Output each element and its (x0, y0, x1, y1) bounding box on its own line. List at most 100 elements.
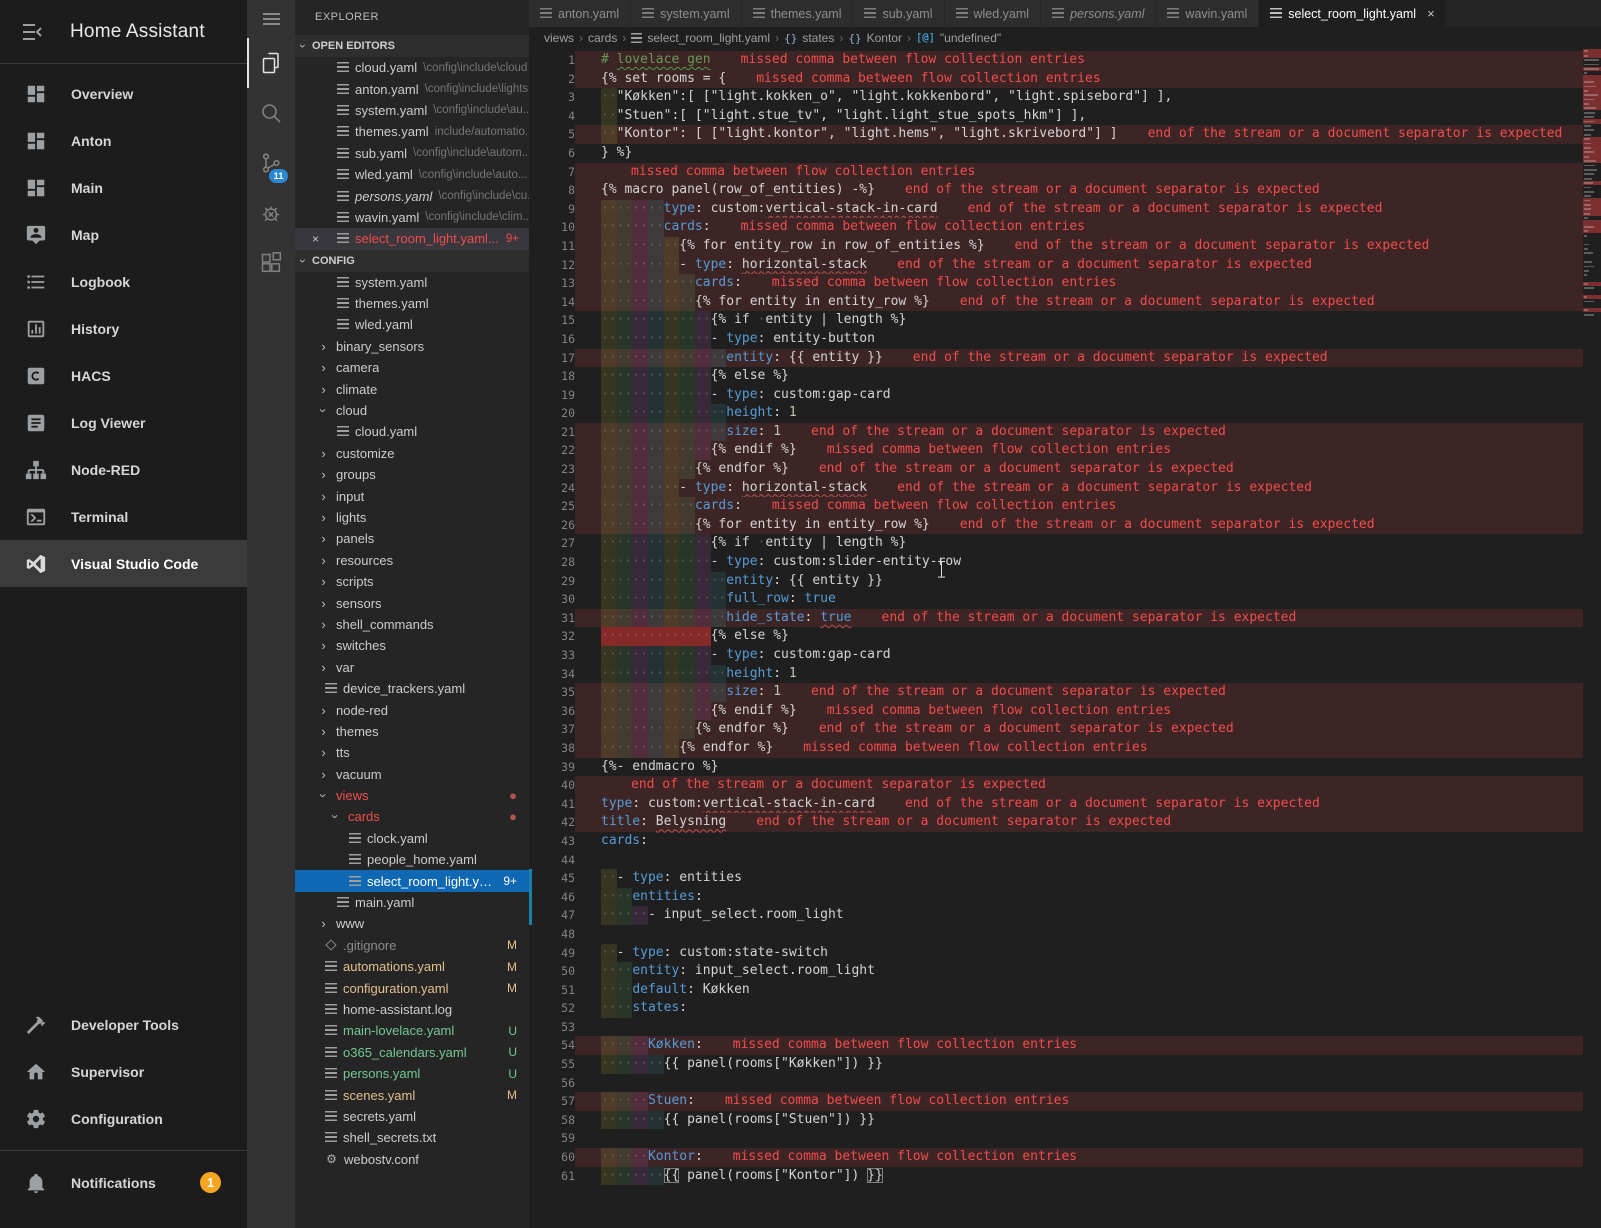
tree-item-secrets-yaml[interactable]: secrets.yaml (295, 1106, 529, 1127)
debug-view-button[interactable] (247, 188, 295, 238)
sidebar-item-overview[interactable]: Overview (0, 70, 247, 117)
tab-anton-yaml[interactable]: anton.yaml (529, 0, 631, 27)
breadcrumb-item[interactable]: views (544, 31, 574, 45)
tree-item-gitignore[interactable]: .gitignoreM (295, 935, 529, 956)
code-line[interactable]: 8{% macro panel(row_of_entities) -%}end … (529, 181, 1583, 200)
code-line[interactable]: 47······- input_select.room_light (529, 906, 1583, 925)
tree-item-device-trackers-yaml[interactable]: device_trackers.yaml (295, 678, 529, 699)
tab-system-yaml[interactable]: system.yaml (631, 0, 741, 27)
code-line[interactable]: 41type: custom:vertical-stack-in-cardend… (529, 795, 1583, 814)
tree-item-persons-yaml[interactable]: persons.yamlU (295, 1063, 529, 1084)
code-line[interactable]: 57······Stuen:missed comma between flow … (529, 1092, 1583, 1111)
code-line[interactable]: 34················height: 1 (529, 665, 1583, 684)
tree-item-automations-yaml[interactable]: automations.yamlM (295, 956, 529, 977)
tree-item-www[interactable]: ›www (295, 913, 529, 934)
sidebar-item-main[interactable]: Main (0, 164, 247, 211)
tree-item-main-yaml[interactable]: main.yaml (295, 892, 529, 913)
sidebar-toggle-icon[interactable] (20, 20, 44, 44)
sidebar-item-logbook[interactable]: Logbook (0, 258, 247, 305)
tree-item-themes-yaml[interactable]: themes.yaml (295, 293, 529, 314)
tree-item-webostv-conf[interactable]: ⚙webostv.conf (295, 1149, 529, 1170)
code-line[interactable]: 35················size: 1end of the stre… (529, 683, 1583, 702)
minimap[interactable] (1583, 49, 1601, 1228)
sidebar-item-terminal[interactable]: Terminal (0, 493, 247, 540)
code-line[interactable]: 15··············{% if ·entity | length %… (529, 311, 1583, 330)
tree-item-lights[interactable]: ›lights (295, 507, 529, 528)
code-line[interactable]: 2{% set rooms = {missed comma between fl… (529, 70, 1583, 89)
code-line[interactable]: 5··"Kontor": [ ["light.kontor", "light.h… (529, 125, 1583, 144)
tree-item-shell-commands[interactable]: ›shell_commands (295, 614, 529, 635)
open-editor-system-yaml[interactable]: system.yaml\config\include\au... (295, 100, 529, 121)
tree-item-home-assistant-log[interactable]: home-assistant.log (295, 999, 529, 1020)
code-line[interactable]: 33··············- type: custom:gap-card (529, 646, 1583, 665)
sidebar-item-node-red[interactable]: Node-RED (0, 446, 247, 493)
tree-item-o365-calendars-yaml[interactable]: o365_calendars.yamlU (295, 1042, 529, 1063)
code-line[interactable]: 21················size: 1end of the stre… (529, 423, 1583, 442)
sidebar-item-notifications[interactable]: Notifications 1 (0, 1159, 247, 1206)
tree-item-select-room-light-yaml[interactable]: select_room_light.yaml9+ (295, 870, 529, 891)
tree-item-cloud-yaml[interactable]: cloud.yaml (295, 421, 529, 442)
sidebar-item-hacs[interactable]: HACS (0, 352, 247, 399)
sidebar-item-map[interactable]: Map (0, 211, 247, 258)
sidebar-item-visual-studio-code[interactable]: Visual Studio Code (0, 540, 247, 587)
code-line[interactable]: 37············{% endfor %}end of the str… (529, 720, 1583, 739)
extensions-view-button[interactable] (247, 238, 295, 288)
tab-select-room-light-yaml[interactable]: select_room_light.yaml× (1259, 0, 1446, 27)
sidebar-item-anton[interactable]: Anton (0, 117, 247, 164)
source-control-view-button[interactable]: 11 (247, 138, 295, 188)
tree-item-vacuum[interactable]: ›vacuum (295, 764, 529, 785)
open-editor-cloud-yaml[interactable]: cloud.yaml\config\include\cloud (295, 57, 529, 78)
code-editor[interactable]: 1# lovelace genmissed comma between flow… (529, 49, 1601, 1228)
code-line[interactable]: 43cards: (529, 832, 1583, 851)
tree-item-climate[interactable]: ›climate (295, 378, 529, 399)
sidebar-item-log-viewer[interactable]: Log Viewer (0, 399, 247, 446)
code-line[interactable]: 23············{% endfor %}end of the str… (529, 460, 1583, 479)
tree-item-groups[interactable]: ›groups (295, 464, 529, 485)
search-view-button[interactable] (247, 88, 295, 138)
code-line[interactable]: 19··············- type: custom:gap-card (529, 386, 1583, 405)
code-line[interactable]: 20················height: 1 (529, 404, 1583, 423)
code-line[interactable]: 51····default: Køkken (529, 981, 1583, 1000)
tree-item-people-home-yaml[interactable]: people_home.yaml (295, 849, 529, 870)
code-line[interactable]: 38··········{% endfor %}missed comma bet… (529, 739, 1583, 758)
sidebar-item-configuration[interactable]: Configuration (0, 1095, 247, 1142)
code-line[interactable]: 6} %} (529, 144, 1583, 163)
code-line[interactable]: 3··"Køkken":[ ["light.kokken_o", "light.… (529, 88, 1583, 107)
tree-item-node-red[interactable]: ›node-red (295, 699, 529, 720)
tree-item-sensors[interactable]: ›sensors (295, 592, 529, 613)
breadcrumb-item[interactable]: select_room_light.yaml (647, 31, 770, 45)
code-line[interactable]: 52····states: (529, 999, 1583, 1018)
tab-wled-yaml[interactable]: wled.yaml (945, 0, 1042, 27)
code-line[interactable]: 24··········- type: horizontal-stackend … (529, 479, 1583, 498)
tree-item-customize[interactable]: ›customize (295, 443, 529, 464)
tree-item-tts[interactable]: ›tts (295, 742, 529, 763)
breadcrumb-item[interactable]: states (802, 31, 834, 45)
open-editor-select-room-light-yaml[interactable]: ×select_room_light.yaml...9+ (295, 228, 529, 249)
code-line[interactable]: 45··- type: entities (529, 869, 1583, 888)
tree-item-configuration-yaml[interactable]: configuration.yamlM (295, 977, 529, 998)
code-line[interactable]: 29················entity: {{ entity }} (529, 572, 1583, 591)
tree-item-camera[interactable]: ›camera (295, 357, 529, 378)
tree-item-main-lovelace-yaml[interactable]: main-lovelace.yamlU (295, 1020, 529, 1041)
breadcrumb-item[interactable]: Kontor (867, 31, 902, 45)
code-line[interactable]: 49··- type: custom:state-switch (529, 944, 1583, 963)
code-line[interactable]: 59 (529, 1129, 1583, 1148)
code-line[interactable]: 31················hide_state: trueend of… (529, 609, 1583, 628)
open-editor-wled-yaml[interactable]: wled.yaml\config\include\auto... (295, 164, 529, 185)
code-line[interactable]: 53 (529, 1018, 1583, 1037)
tree-item-shell-secrets-txt[interactable]: shell_secrets.txt (295, 1127, 529, 1148)
code-line[interactable]: 54······Køkken:missed comma between flow… (529, 1036, 1583, 1055)
tab-themes-yaml[interactable]: themes.yaml (742, 0, 854, 27)
tab-wavin-yaml[interactable]: wavin.yaml (1156, 0, 1259, 27)
tree-item-themes[interactable]: ›themes (295, 721, 529, 742)
code-line[interactable]: 7missed comma between flow collection en… (529, 163, 1583, 182)
tree-item-var[interactable]: ›var (295, 657, 529, 678)
config-section-header[interactable]: › CONFIG (295, 250, 529, 272)
sidebar-item-history[interactable]: History (0, 305, 247, 352)
tree-item-input[interactable]: ›input (295, 485, 529, 506)
tree-item-wled-yaml[interactable]: wled.yaml (295, 314, 529, 335)
open-editor-anton-yaml[interactable]: anton.yaml\config\include\lights (295, 78, 529, 99)
breadcrumb-item[interactable]: "undefined" (940, 31, 1001, 45)
code-line[interactable]: 61········{{ panel(rooms["Kontor"]) }} (529, 1167, 1583, 1186)
code-line[interactable]: 16··············- type: entity-button (529, 330, 1583, 349)
